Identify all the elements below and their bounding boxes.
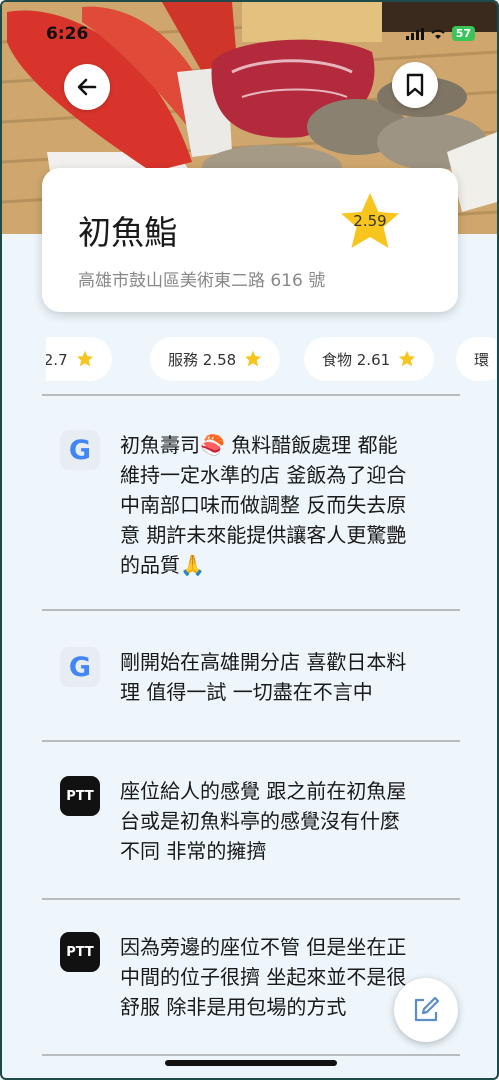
restaurant-address: 高雄市鼓山區美術東二路 616 號 bbox=[78, 271, 326, 291]
google-icon: G bbox=[60, 430, 100, 470]
restaurant-name: 初魚鮨 bbox=[78, 213, 177, 252]
ptt-icon: PTT bbox=[60, 776, 100, 816]
restaurant-card: 初魚鮨 高雄市鼓山區美術東二路 616 號 2.59 bbox=[42, 168, 458, 312]
review-text: 剛開始在高雄開分店 喜歡日本料 理 值得一試 一切盡在不言中 bbox=[120, 650, 407, 704]
edit-icon bbox=[414, 996, 440, 1022]
star-icon bbox=[399, 350, 416, 367]
chip-label: 服務 2.58 bbox=[168, 350, 237, 369]
review-text: 初魚壽司🍣 魚料醋飯處理 都能 維持一定水準的店 釜飯為了迎合 中南部口味而做調… bbox=[120, 433, 407, 577]
star-icon bbox=[76, 350, 93, 367]
ptt-icon: PTT bbox=[60, 932, 100, 972]
write-review-button[interactable] bbox=[394, 978, 458, 1042]
arrow-left-icon bbox=[77, 78, 97, 96]
divider bbox=[42, 1054, 460, 1056]
home-indicator[interactable] bbox=[165, 1060, 337, 1066]
review-item[interactable]: PTT 座位給人的感覺 跟之前在初魚屋 台或是初魚料亭的感覺沒有什麼 不同 非常… bbox=[42, 742, 460, 896]
status-icons: 57 bbox=[405, 26, 475, 41]
bookmark-button[interactable] bbox=[392, 62, 438, 108]
status-bar: 6:26 57 bbox=[2, 2, 497, 46]
rating-badge: 2.59 bbox=[338, 190, 402, 254]
status-time: 6:26 bbox=[46, 24, 89, 44]
review-item[interactable]: G 剛開始在高雄開分店 喜歡日本料 理 值得一試 一切盡在不言中 bbox=[42, 611, 460, 739]
app-screen: 6:26 57 初魚鮨 高雄市鼓山區美術東二路 616 號 2.59 2.7 服… bbox=[0, 0, 499, 1080]
back-button[interactable] bbox=[64, 64, 110, 110]
review-item[interactable]: PTT 因為旁邊的座位不管 但是坐在正 中間的位子很擠 坐起來並不是很 舒服 除… bbox=[42, 900, 460, 1050]
chip-service[interactable]: 服務 2.58 bbox=[150, 337, 281, 381]
battery-indicator: 57 bbox=[451, 26, 475, 41]
chip-label: 食物 2.61 bbox=[322, 350, 391, 369]
signal-icon bbox=[405, 27, 424, 40]
chip-food[interactable]: 食物 2.61 bbox=[304, 337, 435, 381]
chip-environment[interactable]: 境 2.7 bbox=[46, 337, 112, 381]
category-ratings: 境 2.7 服務 2.58 食物 2.61 環 bbox=[46, 334, 496, 386]
chip-label: 環 bbox=[474, 350, 490, 369]
rating-value: 2.59 bbox=[353, 212, 387, 230]
review-text: 座位給人的感覺 跟之前在初魚屋 台或是初魚料亭的感覺沒有什麼 不同 非常的擁擠 bbox=[120, 779, 407, 863]
wifi-icon bbox=[431, 29, 445, 39]
chip-environment-2[interactable]: 環 bbox=[456, 337, 496, 381]
bookmark-icon bbox=[406, 73, 424, 97]
google-icon: G bbox=[60, 647, 100, 687]
star-icon bbox=[245, 350, 262, 367]
review-item[interactable]: G 初魚壽司🍣 魚料醋飯處理 都能 維持一定水準的店 釜飯為了迎合 中南部口味而… bbox=[42, 396, 460, 608]
chip-label: 境 2.7 bbox=[46, 350, 68, 369]
